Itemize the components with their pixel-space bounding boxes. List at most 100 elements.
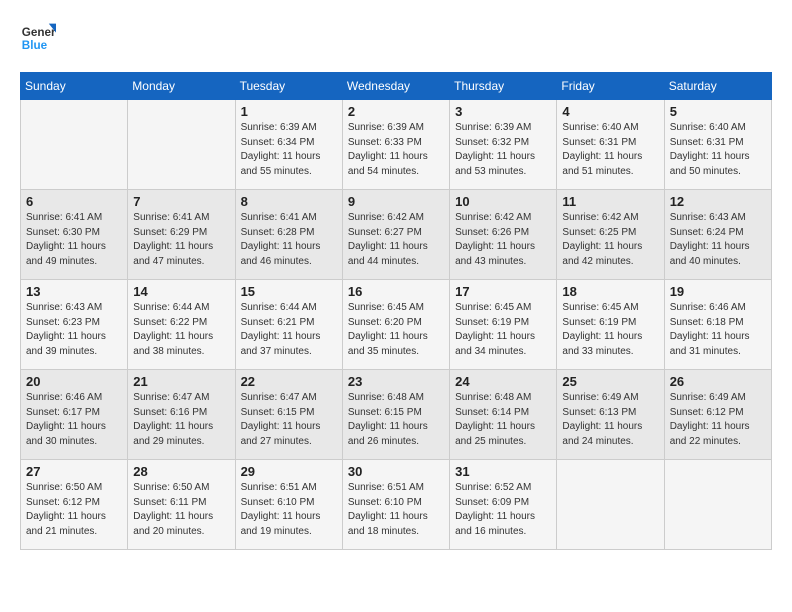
calendar-cell: 23 Sunrise: 6:48 AMSunset: 6:15 PMDayligh…	[342, 370, 449, 460]
calendar-cell: 2 Sunrise: 6:39 AMSunset: 6:33 PMDaylight…	[342, 100, 449, 190]
day-number: 25	[562, 374, 658, 389]
day-number: 26	[670, 374, 766, 389]
day-info: Sunrise: 6:39 AMSunset: 6:34 PMDaylight:…	[241, 121, 337, 179]
page-header: General Blue	[20, 20, 772, 56]
calendar-cell: 17 Sunrise: 6:45 AMSunset: 6:19 PMDayligh…	[450, 280, 557, 370]
day-info: Sunrise: 6:49 AMSunset: 6:12 PMDaylight:…	[670, 391, 766, 449]
day-info: Sunrise: 6:50 AMSunset: 6:11 PMDaylight:…	[133, 481, 229, 539]
calendar-cell: 11 Sunrise: 6:42 AMSunset: 6:25 PMDayligh…	[557, 190, 664, 280]
calendar-cell: 28 Sunrise: 6:50 AMSunset: 6:11 PMDayligh…	[128, 460, 235, 550]
day-number: 27	[26, 464, 122, 479]
day-number: 29	[241, 464, 337, 479]
logo-icon: General Blue	[20, 20, 56, 56]
calendar-week-1: 1 Sunrise: 6:39 AMSunset: 6:34 PMDaylight…	[21, 100, 772, 190]
day-info: Sunrise: 6:41 AMSunset: 6:28 PMDaylight:…	[241, 211, 337, 269]
day-info: Sunrise: 6:42 AMSunset: 6:27 PMDaylight:…	[348, 211, 444, 269]
day-info: Sunrise: 6:48 AMSunset: 6:15 PMDaylight:…	[348, 391, 444, 449]
calendar-cell: 21Sunrise: 6:47 AMSunset: 6:16 PMDayligh…	[128, 370, 235, 460]
calendar-cell: 1 Sunrise: 6:39 AMSunset: 6:34 PMDaylight…	[235, 100, 342, 190]
day-info: Sunrise: 6:41 AMSunset: 6:30 PMDaylight:…	[26, 211, 122, 269]
day-number: 2	[348, 104, 444, 119]
day-number: 24	[455, 374, 551, 389]
day-number: 19	[670, 284, 766, 299]
day-number: 7	[133, 194, 229, 209]
calendar-cell: 16Sunrise: 6:45 AMSunset: 6:20 PMDayligh…	[342, 280, 449, 370]
calendar-cell: 12Sunrise: 6:43 AMSunset: 6:24 PMDayligh…	[664, 190, 771, 280]
calendar-cell	[21, 100, 128, 190]
day-info: Sunrise: 6:47 AMSunset: 6:16 PMDaylight:…	[133, 391, 229, 449]
svg-text:Blue: Blue	[22, 39, 48, 52]
calendar-week-3: 13 Sunrise: 6:43 AMSunset: 6:23 PMDayligh…	[21, 280, 772, 370]
day-info: Sunrise: 6:39 AMSunset: 6:32 PMDaylight:…	[455, 121, 551, 179]
calendar-cell: 19 Sunrise: 6:46 AMSunset: 6:18 PMDayligh…	[664, 280, 771, 370]
weekday-header-row: SundayMondayTuesdayWednesdayThursdayFrid…	[21, 73, 772, 100]
day-number: 11	[562, 194, 658, 209]
calendar-week-2: 6Sunrise: 6:41 AMSunset: 6:30 PMDaylight…	[21, 190, 772, 280]
calendar-cell: 4 Sunrise: 6:40 AMSunset: 6:31 PMDaylight…	[557, 100, 664, 190]
day-info: Sunrise: 6:44 AMSunset: 6:22 PMDaylight:…	[133, 301, 229, 359]
day-number: 17	[455, 284, 551, 299]
day-info: Sunrise: 6:48 AMSunset: 6:14 PMDaylight:…	[455, 391, 551, 449]
day-number: 1	[241, 104, 337, 119]
day-number: 30	[348, 464, 444, 479]
day-number: 10	[455, 194, 551, 209]
calendar-cell: 3 Sunrise: 6:39 AMSunset: 6:32 PMDaylight…	[450, 100, 557, 190]
day-number: 31	[455, 464, 551, 479]
calendar-cell: 31 Sunrise: 6:52 AMSunset: 6:09 PMDayligh…	[450, 460, 557, 550]
day-info: Sunrise: 6:40 AMSunset: 6:31 PMDaylight:…	[670, 121, 766, 179]
day-info: Sunrise: 6:45 AMSunset: 6:20 PMDaylight:…	[348, 301, 444, 359]
calendar-cell: 5 Sunrise: 6:40 AMSunset: 6:31 PMDaylight…	[664, 100, 771, 190]
day-number: 9	[348, 194, 444, 209]
weekday-header-wednesday: Wednesday	[342, 73, 449, 100]
weekday-header-saturday: Saturday	[664, 73, 771, 100]
day-info: Sunrise: 6:39 AMSunset: 6:33 PMDaylight:…	[348, 121, 444, 179]
day-info: Sunrise: 6:52 AMSunset: 6:09 PMDaylight:…	[455, 481, 551, 539]
calendar-cell: 7 Sunrise: 6:41 AMSunset: 6:29 PMDaylight…	[128, 190, 235, 280]
calendar-table: SundayMondayTuesdayWednesdayThursdayFrid…	[20, 72, 772, 550]
day-number: 13	[26, 284, 122, 299]
calendar-cell: 8 Sunrise: 6:41 AMSunset: 6:28 PMDaylight…	[235, 190, 342, 280]
day-number: 28	[133, 464, 229, 479]
calendar-cell: 22Sunrise: 6:47 AMSunset: 6:15 PMDayligh…	[235, 370, 342, 460]
calendar-cell: 10 Sunrise: 6:42 AMSunset: 6:26 PMDayligh…	[450, 190, 557, 280]
calendar-cell: 27 Sunrise: 6:50 AMSunset: 6:12 PMDayligh…	[21, 460, 128, 550]
calendar-cell: 20 Sunrise: 6:46 AMSunset: 6:17 PMDayligh…	[21, 370, 128, 460]
day-number: 5	[670, 104, 766, 119]
day-number: 22	[241, 374, 337, 389]
day-info: Sunrise: 6:44 AMSunset: 6:21 PMDaylight:…	[241, 301, 337, 359]
svg-text:General: General	[22, 26, 56, 39]
day-info: Sunrise: 6:46 AMSunset: 6:18 PMDaylight:…	[670, 301, 766, 359]
day-info: Sunrise: 6:49 AMSunset: 6:13 PMDaylight:…	[562, 391, 658, 449]
day-info: Sunrise: 6:41 AMSunset: 6:29 PMDaylight:…	[133, 211, 229, 269]
day-info: Sunrise: 6:51 AMSunset: 6:10 PMDaylight:…	[348, 481, 444, 539]
day-number: 18	[562, 284, 658, 299]
day-number: 20	[26, 374, 122, 389]
day-number: 12	[670, 194, 766, 209]
calendar-cell: 18Sunrise: 6:45 AMSunset: 6:19 PMDayligh…	[557, 280, 664, 370]
calendar-cell	[557, 460, 664, 550]
day-info: Sunrise: 6:43 AMSunset: 6:23 PMDaylight:…	[26, 301, 122, 359]
weekday-header-monday: Monday	[128, 73, 235, 100]
calendar-cell: 30 Sunrise: 6:51 AMSunset: 6:10 PMDayligh…	[342, 460, 449, 550]
day-number: 8	[241, 194, 337, 209]
day-info: Sunrise: 6:46 AMSunset: 6:17 PMDaylight:…	[26, 391, 122, 449]
calendar-week-5: 27 Sunrise: 6:50 AMSunset: 6:12 PMDayligh…	[21, 460, 772, 550]
day-info: Sunrise: 6:45 AMSunset: 6:19 PMDaylight:…	[455, 301, 551, 359]
day-info: Sunrise: 6:42 AMSunset: 6:25 PMDaylight:…	[562, 211, 658, 269]
calendar-cell	[128, 100, 235, 190]
calendar-cell: 24 Sunrise: 6:48 AMSunset: 6:14 PMDayligh…	[450, 370, 557, 460]
weekday-header-sunday: Sunday	[21, 73, 128, 100]
day-info: Sunrise: 6:42 AMSunset: 6:26 PMDaylight:…	[455, 211, 551, 269]
day-number: 15	[241, 284, 337, 299]
calendar-cell: 13 Sunrise: 6:43 AMSunset: 6:23 PMDayligh…	[21, 280, 128, 370]
weekday-header-thursday: Thursday	[450, 73, 557, 100]
calendar-cell	[664, 460, 771, 550]
day-info: Sunrise: 6:40 AMSunset: 6:31 PMDaylight:…	[562, 121, 658, 179]
calendar-cell: 6Sunrise: 6:41 AMSunset: 6:30 PMDaylight…	[21, 190, 128, 280]
day-number: 23	[348, 374, 444, 389]
day-number: 3	[455, 104, 551, 119]
calendar-cell: 25 Sunrise: 6:49 AMSunset: 6:13 PMDayligh…	[557, 370, 664, 460]
calendar-cell: 15 Sunrise: 6:44 AMSunset: 6:21 PMDayligh…	[235, 280, 342, 370]
day-info: Sunrise: 6:50 AMSunset: 6:12 PMDaylight:…	[26, 481, 122, 539]
day-number: 4	[562, 104, 658, 119]
